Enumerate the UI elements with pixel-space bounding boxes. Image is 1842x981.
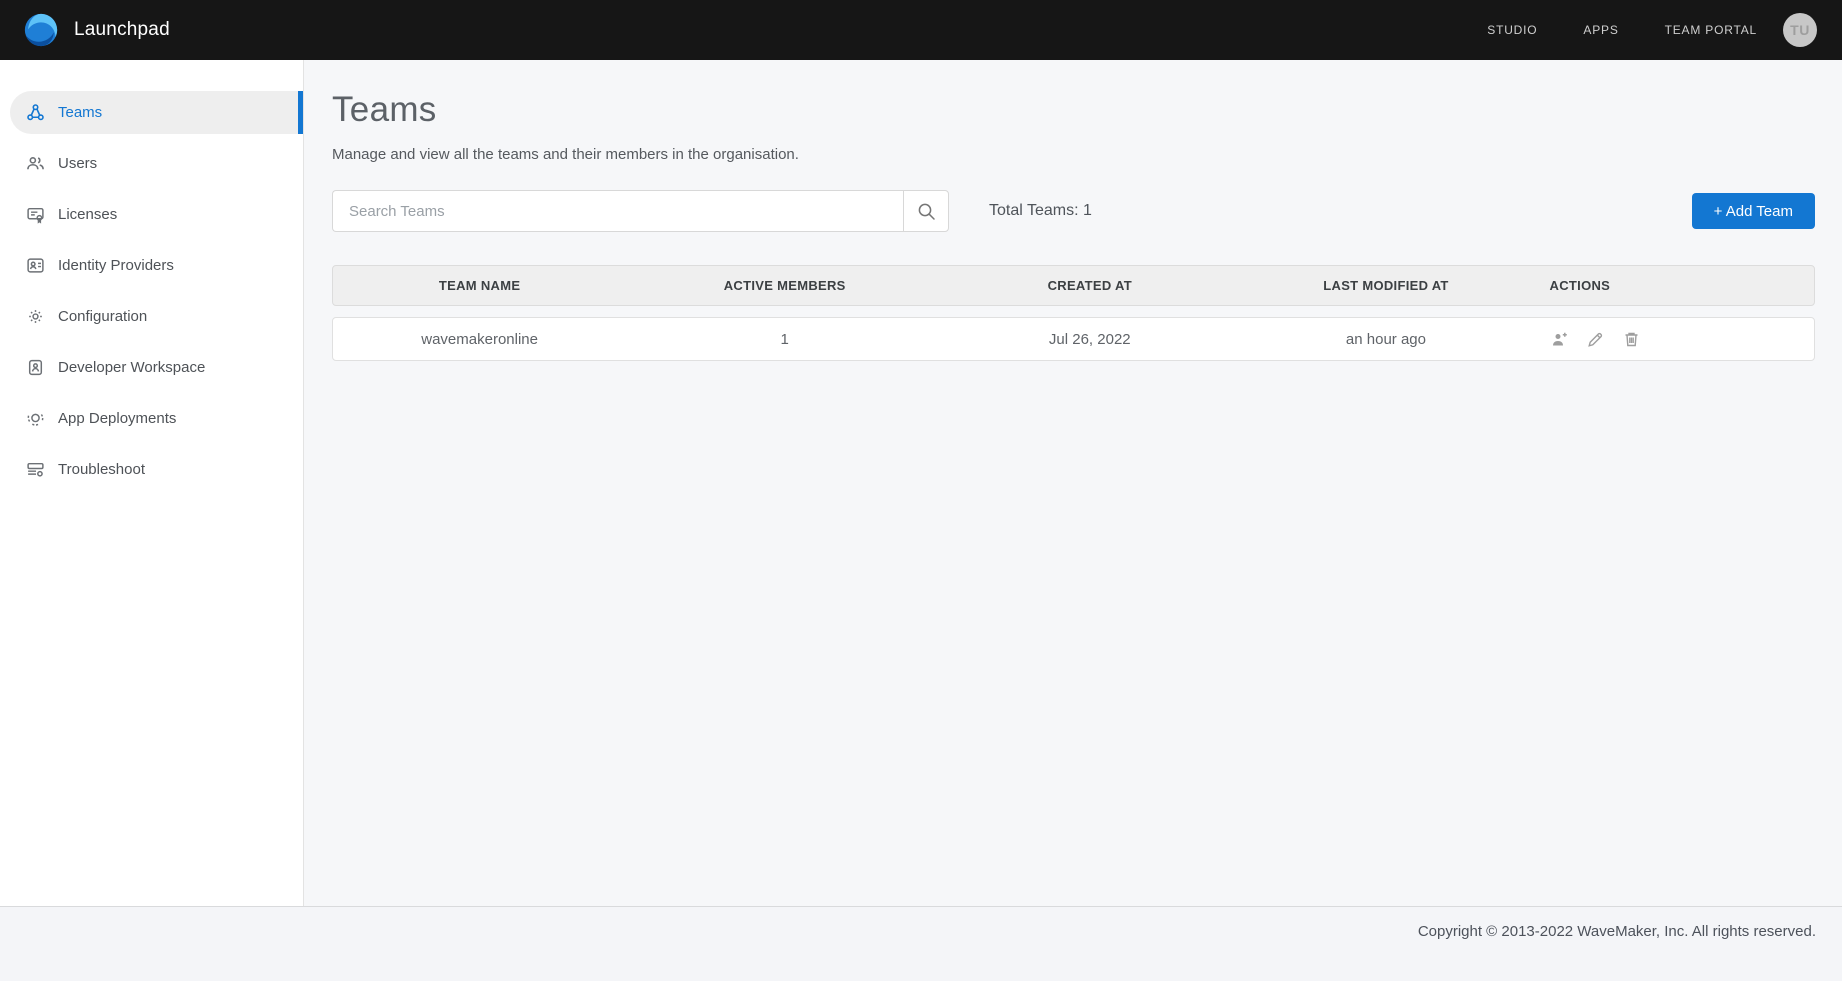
column-header-active-members: ACTIVE MEMBERS (626, 278, 943, 293)
total-teams-label: Total Teams: 1 (989, 202, 1092, 220)
sidebar-item-configuration[interactable]: Configuration (10, 295, 303, 338)
cell-created-at: Jul 26, 2022 (943, 331, 1236, 348)
sidebar-item-licenses[interactable]: Licenses (10, 193, 303, 236)
teams-table: TEAM NAME ACTIVE MEMBERS CREATED AT LAST… (332, 265, 1815, 361)
list-controls: Total Teams: 1 + Add Team (332, 190, 1815, 232)
sidebar-item-label: Teams (58, 104, 102, 121)
sidebar: Teams Users Licenses (0, 60, 304, 906)
cell-actions (1536, 330, 1814, 349)
search-button[interactable] (903, 190, 949, 232)
page-title: Teams (332, 90, 1815, 130)
nav-team-portal[interactable]: TEAM PORTAL (1665, 23, 1757, 37)
sidebar-item-users[interactable]: Users (10, 142, 303, 185)
search-group (332, 190, 949, 232)
top-navigation: STUDIO APPS TEAM PORTAL (1487, 23, 1757, 37)
sidebar-item-label: Users (58, 155, 97, 172)
footer: Copyright © 2013-2022 WaveMaker, Inc. Al… (0, 906, 1842, 981)
identity-providers-icon (26, 256, 45, 275)
column-header-team-name: TEAM NAME (333, 278, 626, 293)
licenses-icon (26, 205, 45, 224)
copyright-text: Copyright © 2013-2022 WaveMaker, Inc. Al… (1418, 923, 1816, 940)
developer-workspace-icon (26, 358, 45, 377)
sidebar-item-troubleshoot[interactable]: Troubleshoot (10, 448, 303, 491)
sidebar-item-label: Configuration (58, 308, 147, 325)
cell-team-name: wavemakeronline (333, 331, 626, 348)
sidebar-item-teams[interactable]: Teams (10, 91, 303, 134)
app-title: Launchpad (74, 19, 170, 41)
user-avatar[interactable]: TU (1783, 13, 1817, 47)
sidebar-item-label: Developer Workspace (58, 359, 205, 376)
nav-studio[interactable]: STUDIO (1487, 23, 1537, 37)
cell-last-modified-at: an hour ago (1236, 331, 1535, 348)
page-subtitle: Manage and view all the teams and their … (332, 146, 1815, 163)
sidebar-item-label: Identity Providers (58, 257, 174, 274)
cell-active-members: 1 (626, 331, 943, 348)
sidebar-item-label: App Deployments (58, 410, 176, 427)
sidebar-item-app-deployments[interactable]: App Deployments (10, 397, 303, 440)
table-row[interactable]: wavemakeronline 1 Jul 26, 2022 an hour a… (332, 317, 1815, 361)
main-content: Teams Manage and view all the teams and … (304, 60, 1842, 906)
teams-icon (26, 103, 45, 122)
column-header-created-at: CREATED AT (943, 278, 1236, 293)
top-header: Launchpad STUDIO APPS TEAM PORTAL TU (0, 0, 1842, 60)
users-icon (26, 154, 45, 173)
column-header-last-modified-at: LAST MODIFIED AT (1236, 278, 1535, 293)
troubleshoot-icon (26, 460, 45, 479)
configuration-icon (26, 307, 45, 326)
sidebar-item-identity-providers[interactable]: Identity Providers (10, 244, 303, 287)
wavemaker-logo-icon (22, 11, 60, 49)
nav-apps[interactable]: APPS (1583, 23, 1618, 37)
app-deployments-icon (26, 409, 45, 428)
table-header-row: TEAM NAME ACTIVE MEMBERS CREATED AT LAST… (332, 265, 1815, 306)
delete-icon[interactable] (1622, 330, 1641, 349)
add-team-button[interactable]: + Add Team (1692, 193, 1815, 229)
sidebar-item-developer-workspace[interactable]: Developer Workspace (10, 346, 303, 389)
content-row: Teams Users Licenses (0, 60, 1842, 906)
sidebar-item-label: Troubleshoot (58, 461, 145, 478)
search-input[interactable] (332, 190, 903, 232)
search-icon (916, 201, 937, 222)
sidebar-item-label: Licenses (58, 206, 117, 223)
column-header-actions: ACTIONS (1536, 278, 1814, 293)
add-member-icon[interactable] (1550, 330, 1569, 349)
edit-icon[interactable] (1586, 330, 1605, 349)
